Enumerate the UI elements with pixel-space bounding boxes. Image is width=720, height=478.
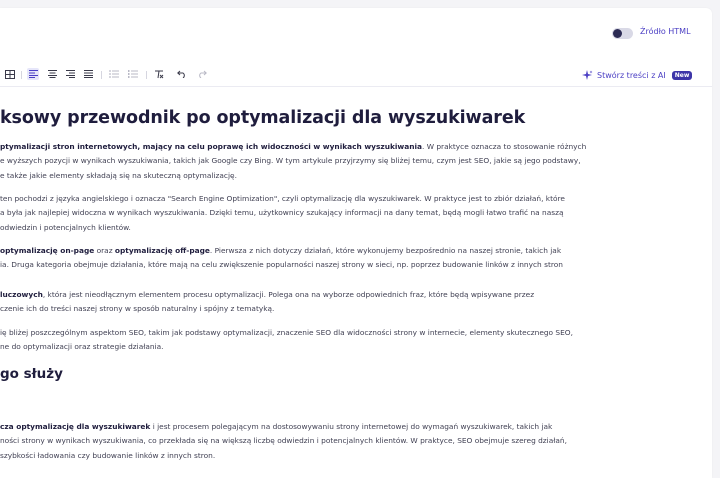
text-run: ten pochodzi z języka angielskiego i ozn…: [0, 194, 565, 203]
paragraph-6: cza optymalizację dla wyszukiwarek i jes…: [0, 420, 704, 463]
text-run: ię bliżej poszczególnym aspektom SEO, ta…: [0, 328, 573, 337]
paragraph-4: luczowych, która jest nieodłącznym eleme…: [0, 288, 704, 317]
bold-text: optymalizację off-page: [114, 246, 210, 255]
paragraph-line: cza optymalizację dla wyszukiwarek i jes…: [0, 420, 704, 434]
editor-topbar: Źródło HTML: [0, 8, 712, 58]
bold-text: optymalizację on-page: [0, 246, 95, 255]
align-left-icon[interactable]: [27, 68, 39, 80]
redo-icon[interactable]: [196, 68, 208, 80]
text-run: e także jakie elementy składają się na s…: [0, 170, 237, 180]
text-run: i jest procesem polegającym na dostosowy…: [150, 422, 553, 431]
paragraph-line: e także jakie elementy składają się na s…: [0, 169, 704, 183]
table-icon[interactable]: [4, 68, 16, 80]
text-run: . Pierwsza z nich dotyczy działań, które…: [209, 246, 562, 255]
sparkle-icon: [582, 69, 593, 80]
paragraph-1: ptymalizacji stron internetowych, mający…: [0, 140, 704, 183]
paragraph-3: optymalizację on-page oraz optymalizację…: [0, 244, 704, 273]
bold-text: ptymalizacji stron internetowych, mający…: [0, 142, 422, 151]
text-run: czenie ich do treści naszej strony w spo…: [0, 304, 275, 314]
text-run: ia. Druga kategoria obejmuje działania, …: [0, 260, 563, 270]
align-center-icon[interactable]: [46, 68, 58, 80]
ai-generate-button[interactable]: Stwórz treści z AI New: [582, 68, 693, 82]
toolbar-separator: [101, 71, 102, 79]
paragraph-line: czenie ich do treści naszej strony w spo…: [0, 302, 704, 316]
toolbar-separator: [146, 71, 147, 79]
clear-format-icon[interactable]: [153, 68, 165, 80]
paragraph-line: e wyższych pozycji w wynikach wyszukiwan…: [0, 154, 704, 168]
paragraph-line: a była jak najlepiej widoczna w wynikach…: [0, 206, 704, 220]
text-run: e wyższych pozycji w wynikach wyszukiwan…: [0, 156, 581, 166]
paragraph-line: ia. Druga kategoria obejmuje działania, …: [0, 258, 704, 272]
paragraph-line: ię bliżej poszczególnym aspektom SEO, ta…: [0, 326, 704, 340]
html-source-toggle[interactable]: [612, 28, 633, 39]
paragraph-line: ten pochodzi z języka angielskiego i ozn…: [0, 192, 704, 206]
ai-generate-label: Stwórz treści z AI: [597, 70, 666, 80]
bold-text: luczowych: [0, 290, 43, 299]
toggle-knob: [613, 29, 622, 38]
paragraph-line: szybkości ładowania czy budowanie linków…: [0, 449, 704, 463]
text-run: odwiedzin i potencjalnych klientów.: [0, 222, 131, 232]
text-run: ne do optymalizacji oraz strategie dział…: [0, 342, 164, 352]
formatting-toolbar: Stwórz treści z AI New: [0, 64, 712, 87]
align-justify-icon[interactable]: [82, 68, 94, 80]
bold-text: cza optymalizację dla wyszukiwarek: [0, 422, 151, 431]
align-right-icon[interactable]: [64, 68, 76, 80]
undo-icon[interactable]: [176, 68, 188, 80]
paragraph-line: luczowych, która jest nieodłącznym eleme…: [0, 288, 704, 302]
paragraph-line: ności strony w wynikach wyszukiwania, co…: [0, 434, 704, 448]
text-run: . W praktyce oznacza to stosowanie różny…: [422, 142, 587, 151]
article-title: ksowy przewodnik po optymalizacji dla wy…: [0, 108, 526, 128]
html-source-label[interactable]: Źródło HTML: [640, 27, 691, 36]
paragraph-2: ten pochodzi z języka angielskiego i ozn…: [0, 192, 704, 235]
paragraph-line: ptymalizacji stron internetowych, mający…: [0, 140, 704, 154]
text-run: , która jest nieodłącznym elementem proc…: [42, 290, 535, 299]
text-run: ności strony w wynikach wyszukiwania, co…: [0, 436, 567, 446]
paragraph-line: optymalizację on-page oraz optymalizację…: [0, 244, 704, 258]
toolbar-separator: [21, 71, 22, 79]
section-heading: go służy: [0, 366, 63, 382]
numbered-list-icon[interactable]: [127, 68, 139, 80]
text-run: a była jak najlepiej widoczna w wynikach…: [0, 208, 564, 218]
new-badge: New: [671, 70, 693, 80]
text-run: szybkości ładowania czy budowanie linków…: [0, 450, 216, 460]
editor-card: Źródło HTML Stwórz treści z AI New ksowy…: [0, 8, 712, 478]
paragraph-5: ię bliżej poszczególnym aspektom SEO, ta…: [0, 326, 704, 355]
bullet-list-icon[interactable]: [108, 68, 120, 80]
paragraph-line: odwiedzin i potencjalnych klientów.: [0, 221, 704, 235]
text-run: oraz: [94, 246, 115, 255]
paragraph-line: ne do optymalizacji oraz strategie dział…: [0, 340, 704, 354]
